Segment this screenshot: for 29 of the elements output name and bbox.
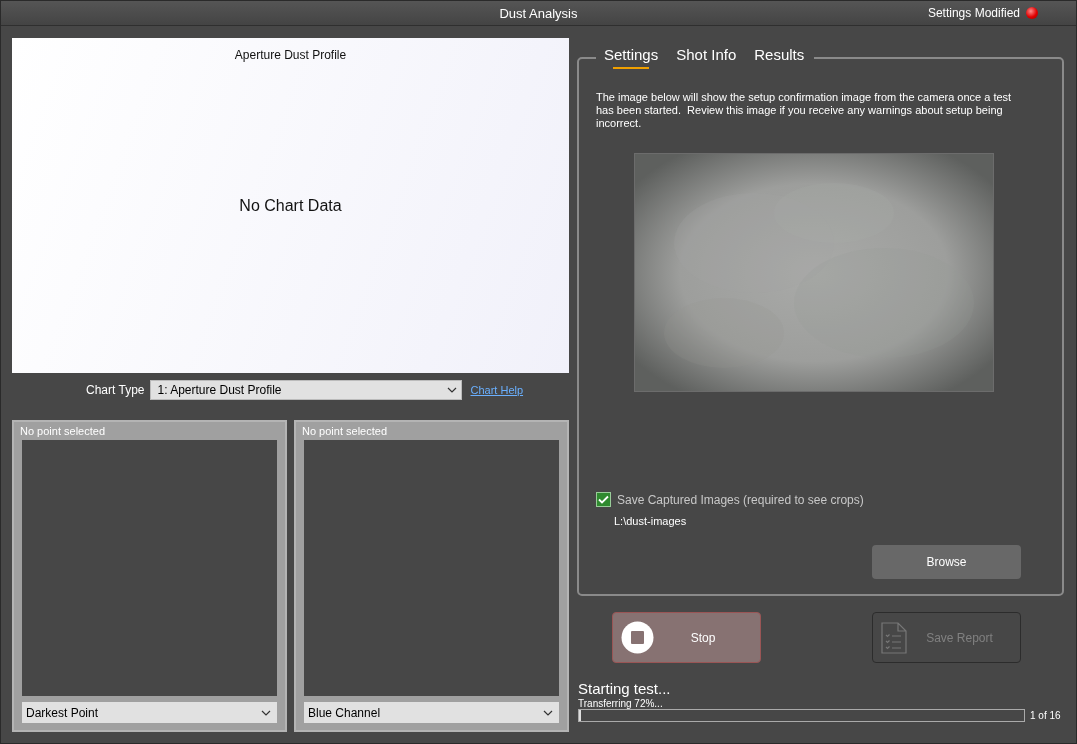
checkmark-icon <box>598 495 609 504</box>
browse-button[interactable]: Browse <box>872 545 1021 579</box>
tab[interactable]: Settings <box>604 46 659 69</box>
chevron-down-icon <box>447 387 458 393</box>
transfer-status: Transferring 72%... <box>578 698 664 709</box>
chevron-down-icon <box>261 709 271 716</box>
point-type-dropdown[interactable]: Darkest Point <box>22 702 277 723</box>
point-caption: No point selected <box>302 424 388 439</box>
chart-help-link[interactable]: Chart Help <box>470 384 524 396</box>
folder-path: L:\dust-images <box>614 515 687 527</box>
window-title: Dust Analysis <box>499 5 578 21</box>
empty-chart-message: No Chart Data <box>239 197 342 215</box>
stop-button[interactable]: Stop <box>612 612 761 663</box>
point-type-dropdown[interactable]: Blue Channel <box>304 702 559 723</box>
chart-type-label: Chart Type <box>86 383 145 397</box>
shot-counter: 1 of 16 <box>1030 710 1061 721</box>
chart-title: Aperture Dust Profile <box>234 48 347 62</box>
chevron-down-icon <box>543 709 553 716</box>
point-caption: No point selected <box>20 424 106 439</box>
checkbox-label: Save Captured Images (required to see crops) <box>617 492 864 507</box>
chart-type-dropdown[interactable]: 1: Aperture Dust Profile <box>150 380 463 400</box>
stop-icon <box>621 621 654 654</box>
tab[interactable]: Results <box>754 46 805 69</box>
setup-description: The image below will show the setup confirmation image from the camera once a test has been started. Review this image if you receive any warnings about setup being incorrect. <box>596 91 1013 130</box>
tab[interactable]: Shot Info <box>676 46 737 69</box>
document-icon <box>881 621 907 654</box>
checkbox[interactable] <box>596 492 611 507</box>
status-heading: Starting test... <box>578 680 672 697</box>
status-text: Settings Modified <box>927 6 1020 20</box>
